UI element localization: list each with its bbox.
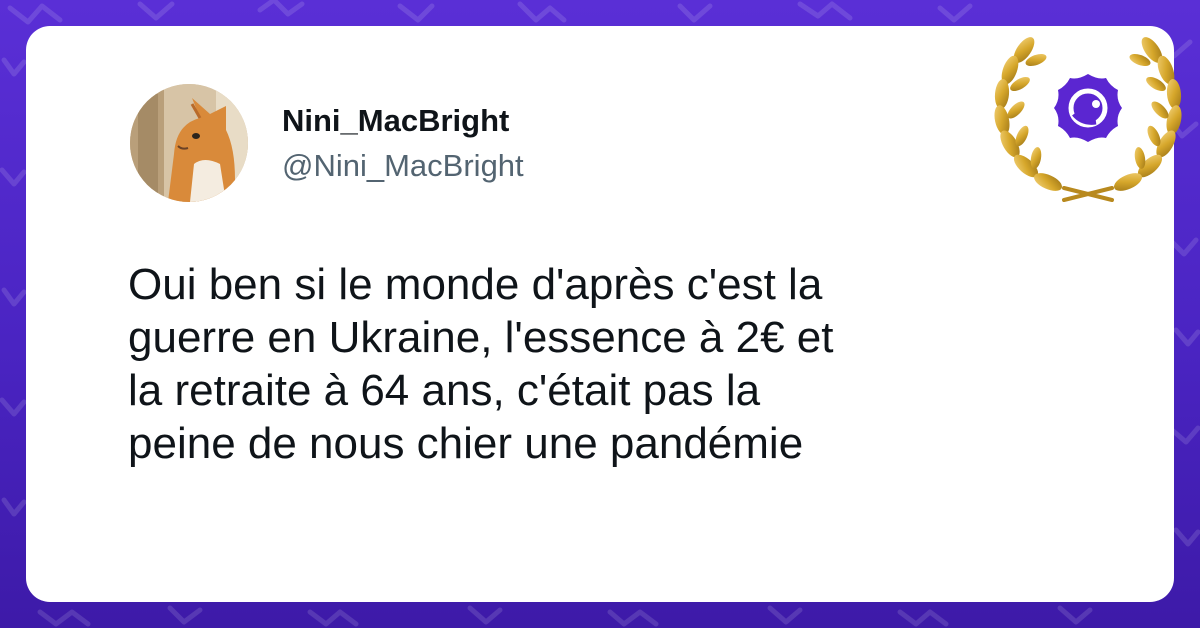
tweet-text-line: guerre en Ukraine, l'essence à 2€ et bbox=[128, 313, 834, 362]
author-avatar[interactable] bbox=[130, 84, 248, 202]
tweet-text-line: peine de nous chier une pandémie bbox=[128, 419, 804, 468]
author-handle[interactable]: @Nini_MacBright bbox=[282, 148, 524, 184]
laurel-wreath-logo-icon bbox=[994, 37, 1182, 202]
tweet-text-line: Oui ben si le monde d'après c'est la bbox=[128, 260, 823, 309]
author-display-name[interactable]: Nini_MacBright bbox=[282, 103, 509, 139]
award-badge bbox=[980, 10, 1196, 210]
tweet-text: Oui ben si le monde d'après c'est la gue… bbox=[128, 258, 1088, 470]
cat-avatar-icon bbox=[130, 84, 248, 202]
tweet-text-line: la retraite à 64 ans, c'était pas la bbox=[128, 366, 761, 415]
